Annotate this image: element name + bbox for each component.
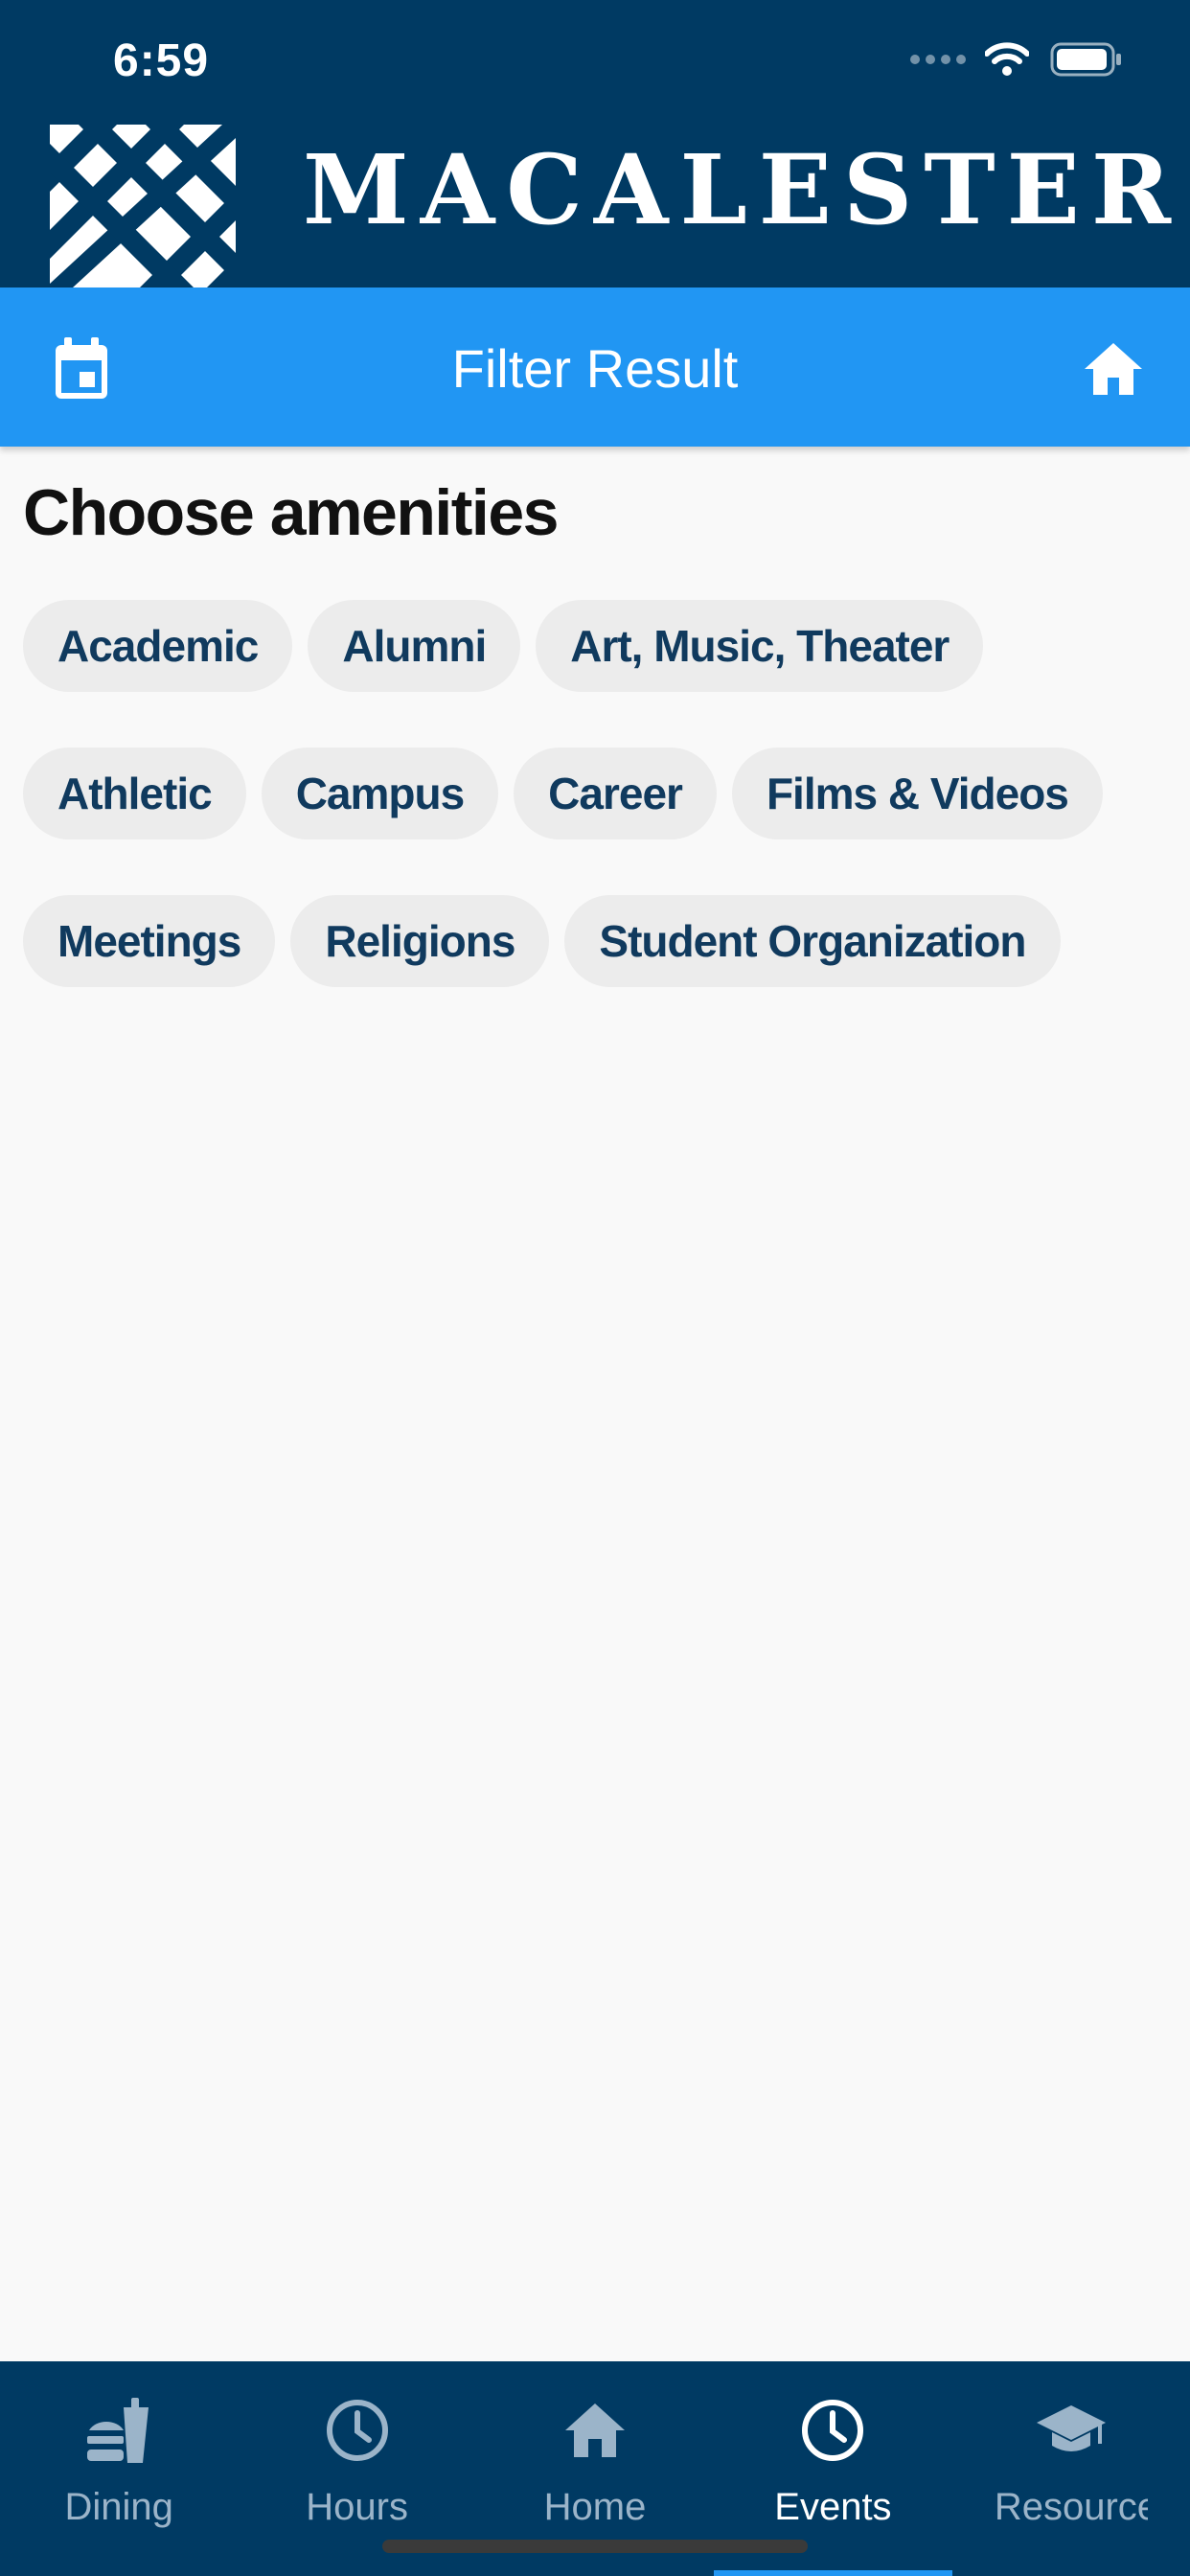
home-icon [1085, 343, 1142, 395]
tab-label: Events [774, 2486, 892, 2528]
chip-athletic[interactable]: Athletic [23, 748, 246, 840]
chip-student-organization[interactable]: Student Organization [564, 895, 1061, 987]
battery-icon [1050, 42, 1121, 77]
status-icons [910, 42, 1123, 77]
wifi-icon [985, 42, 1029, 76]
app-bar: Filter Result [0, 288, 1190, 447]
tab-resources[interactable]: Resources [952, 2361, 1190, 2576]
macalester-wordmark: MACALESTER [303, 133, 1182, 246]
home-icon [559, 2394, 631, 2467]
cellular-signal-icon [910, 55, 966, 64]
active-tab-indicator [714, 2570, 952, 2576]
tab-label: Hours [306, 2486, 408, 2528]
macalester-logo-mark [50, 125, 236, 288]
clock-icon [796, 2394, 869, 2467]
chip-films-videos[interactable]: Films & Videos [731, 748, 1103, 840]
tab-label: Resources [994, 2486, 1148, 2528]
page-title: Filter Result [451, 338, 739, 399]
dining-icon [82, 2394, 155, 2467]
status-time: 6:59 [113, 35, 210, 86]
amenity-chip-list: Academic Alumni Art, Music, Theater Athl… [23, 600, 1182, 987]
home-button[interactable] [1075, 335, 1152, 402]
chip-campus[interactable]: Campus [261, 748, 499, 840]
home-indicator[interactable] [382, 2540, 808, 2553]
chip-art-music-theater[interactable]: Art, Music, Theater [536, 600, 984, 692]
clock-icon [321, 2394, 394, 2467]
filter-result-screen: 6:59 MACALESTER Filter Result Choose ame… [0, 0, 1190, 2576]
chip-meetings[interactable]: Meetings [23, 895, 276, 987]
chip-career[interactable]: Career [514, 748, 717, 840]
chip-academic[interactable]: Academic [23, 600, 293, 692]
tab-dining[interactable]: Dining [0, 2361, 238, 2576]
section-heading: Choose amenities [23, 476, 559, 549]
chip-alumni[interactable]: Alumni [308, 600, 521, 692]
chip-religions[interactable]: Religions [290, 895, 550, 987]
brand-header: 6:59 MACALESTER [0, 0, 1190, 288]
tab-label: Home [543, 2486, 647, 2528]
tab-label: Dining [64, 2486, 173, 2528]
graduation-cap-icon [1035, 2394, 1108, 2467]
